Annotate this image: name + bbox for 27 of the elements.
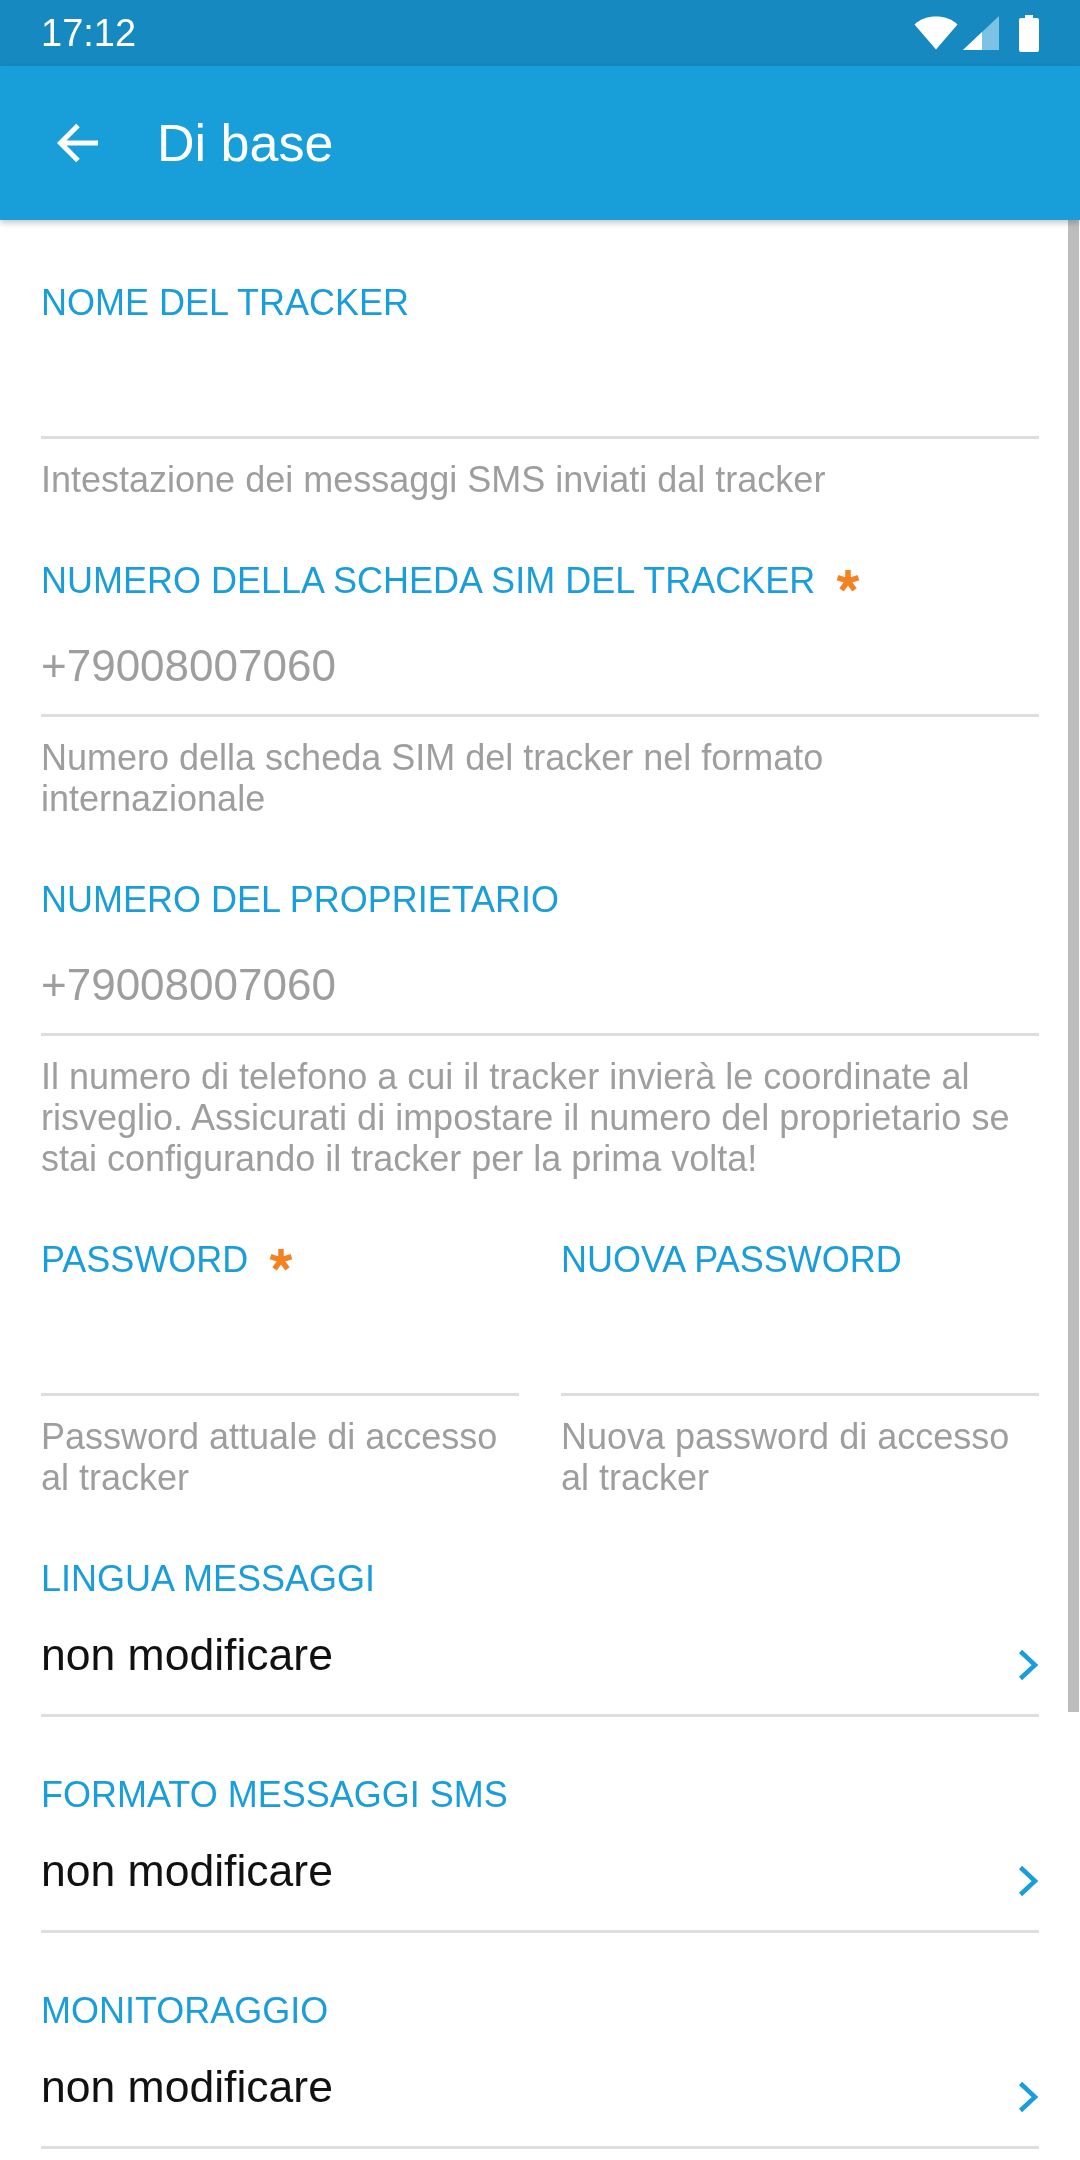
chevron-right-icon <box>1018 2081 1039 2113</box>
chevron-right-icon <box>1018 1649 1039 1681</box>
battery-icon <box>1019 14 1039 52</box>
field-label: NUOVA PASSWORD <box>561 1239 902 1281</box>
helper-text: Password attuale di accesso al tracker <box>41 1416 499 1498</box>
field-label: NUMERO DELLA SCHEDA SIM DEL TRACKER <box>41 560 816 602</box>
input-field[interactable]: +79008007060 <box>41 937 1039 1036</box>
field-label: MONITORAGGIO <box>41 1990 329 2032</box>
dropdown[interactable]: non modificare <box>41 1616 1039 1717</box>
screen-title: Di base <box>157 113 334 174</box>
dropdown[interactable]: non modificare <box>41 2048 1039 2149</box>
dropdown[interactable]: non modificare <box>41 1832 1039 1933</box>
helper-text: Intestazione dei messaggi SMS inviati dal tracker <box>41 459 827 500</box>
field-label: NOME DEL TRACKER <box>41 282 410 324</box>
input-field[interactable]: +79008007060 <box>41 618 1039 717</box>
chevron-right-icon <box>1018 1865 1039 1897</box>
helper-text: Nuova password di accesso al tracker <box>561 1416 1011 1498</box>
status-time: 17:12 <box>41 11 137 55</box>
signal-icon <box>963 16 999 50</box>
field-label: NUMERO DEL PROPRIETARIO <box>41 879 560 921</box>
helper-text: Numero della scheda SIM del tracker nel formato internazionale <box>41 737 825 819</box>
field-label: LINGUA MESSAGGI <box>41 1558 376 1600</box>
helper-text: Il numero di telefono a cui il tracker invierà le coordinate al risveglio. Assicurati di impostare il numero del proprietario se stai configurando il tracker per la prima volta! <box>41 1056 1011 1179</box>
field-label: FORMATO MESSAGGI SMS <box>41 1774 508 1816</box>
field-label: PASSWORD <box>41 1239 249 1281</box>
wifi-icon <box>914 16 958 50</box>
arrow-left-icon <box>55 121 99 165</box>
